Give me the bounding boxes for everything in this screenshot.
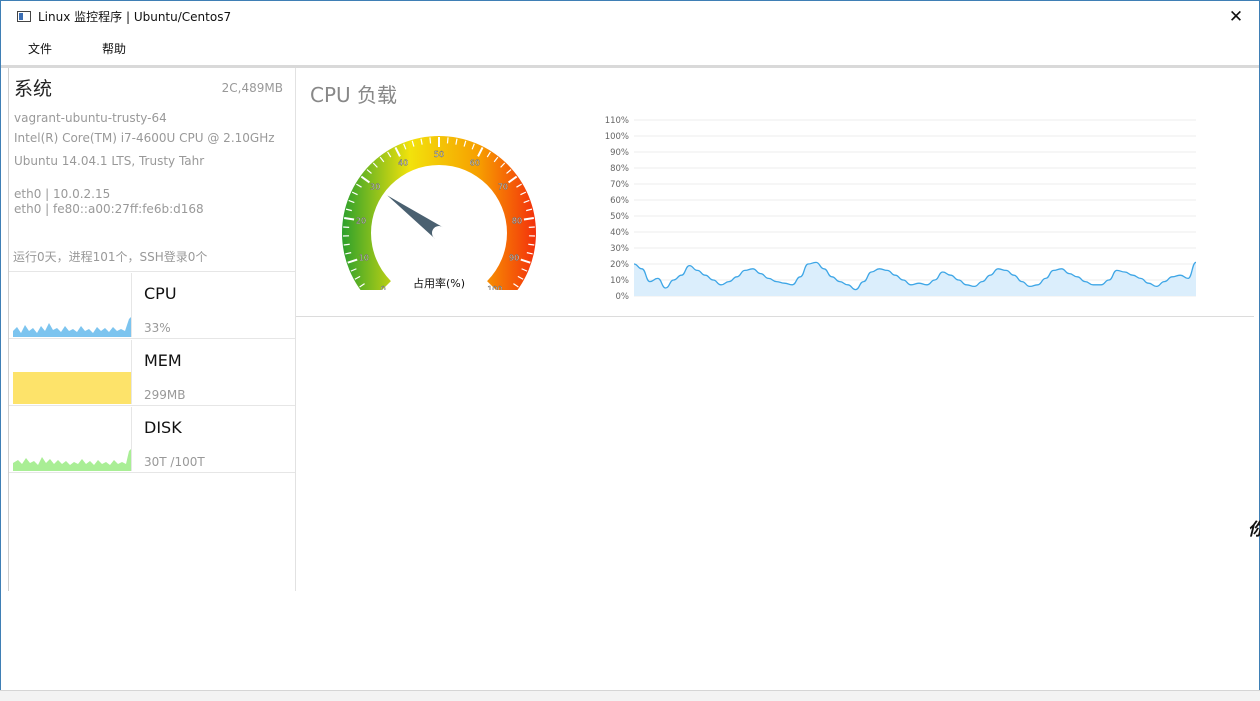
- metric-row-disk[interactable]: DISK 30T /100T: [9, 405, 295, 473]
- metric-row-cpu[interactable]: CPU 33%: [9, 271, 295, 338]
- chart-y-tick-label: 100%: [605, 132, 629, 142]
- gauge-tick: [430, 137, 431, 143]
- cpu-load-panel: CPU 负载 0 10 20 30 40 50 60 70 80 90 100 占用率(%) 0% 10…: [296, 68, 1254, 317]
- gauge-tick: [344, 244, 350, 245]
- os-text: Ubuntu 14.04.1 LTS, Trusty Tahr: [14, 154, 204, 168]
- gauge-tick-label: 40: [398, 159, 408, 168]
- edge-glyph: 你: [1248, 515, 1260, 540]
- menu-help[interactable]: 帮助: [88, 40, 140, 57]
- menu-file[interactable]: 文件: [14, 40, 66, 57]
- gauge-tick: [528, 244, 534, 245]
- cpu-history-chart: 0% 10% 20% 30% 40% 50% 60% 70% 80% 90% 100% 110%: [586, 110, 1206, 310]
- uptime-text: 运行0天，进程101个，SSH登录0个: [13, 248, 207, 265]
- mem-sparkline: [13, 340, 132, 404]
- bottom-strip: [0, 690, 1260, 701]
- system-title: 系统: [14, 74, 52, 101]
- metric-row-mem[interactable]: MEM 299MB: [9, 338, 295, 405]
- metric-mem-value: 299MB: [144, 388, 186, 402]
- gauge-tick-label: 60: [470, 159, 480, 168]
- chart-y-tick-label: 40%: [610, 228, 629, 238]
- chart-y-tick-label: 60%: [610, 196, 629, 206]
- gauge-label: 占用率(%): [413, 276, 465, 290]
- gauge-tick-label: 70: [498, 183, 508, 192]
- chart-y-tick-label: 90%: [610, 148, 629, 158]
- window-title: Linux 监控程序 | Ubuntu/Centos7: [38, 8, 231, 25]
- gauge-tick-label: 10: [359, 253, 369, 262]
- gauge-tick-label: 80: [512, 217, 522, 226]
- gauge-arc: [342, 136, 536, 290]
- cpu-gauge: 0 10 20 30 40 50 60 70 80 90 100 占用率(%): [334, 120, 554, 290]
- metric-disk-label: DISK: [144, 418, 182, 437]
- chart-area-fill: [634, 262, 1196, 296]
- app-window-icon: [17, 11, 31, 22]
- hostname-text: vagrant-ubuntu-trusty-64: [14, 111, 167, 125]
- metric-disk-value: 30T /100T: [144, 455, 205, 469]
- metric-cpu-value: 33%: [144, 321, 171, 335]
- metric-mem-label: MEM: [144, 351, 182, 370]
- gauge-tick-label: 0: [381, 285, 386, 290]
- title-bar[interactable]: Linux 监控程序 | Ubuntu/Centos7 ✕: [1, 1, 1259, 32]
- cpu-sparkline: [13, 273, 132, 337]
- chart-y-tick-label: 0%: [616, 292, 630, 302]
- menu-bar: 文件 帮助: [1, 32, 1259, 68]
- close-button[interactable]: ✕: [1213, 1, 1259, 32]
- chart-y-tick-label: 80%: [610, 164, 629, 174]
- gauge-tick-label: 30: [370, 183, 380, 192]
- chart-y-tick-label: 110%: [605, 116, 629, 126]
- gauge-tick-label: 90: [509, 253, 519, 262]
- gauge-tick-label: 20: [356, 217, 366, 226]
- cpu-model-text: Intel(R) Core(TM) i7-4600U CPU @ 2.10GHz: [14, 131, 275, 145]
- system-spec: 2C,489MB: [222, 81, 283, 95]
- cpu-load-title: CPU 负载: [310, 79, 397, 108]
- chart-y-tick-label: 10%: [610, 276, 629, 286]
- chart-y-tick-label: 20%: [610, 260, 629, 270]
- system-header: 系统 2C,489MB: [14, 74, 283, 100]
- main-window: Linux 监控程序 | Ubuntu/Centos7 ✕ 文件 帮助 系统 2…: [0, 0, 1260, 692]
- disk-sparkline: [13, 407, 132, 471]
- chart-y-tick-label: 70%: [610, 180, 629, 190]
- gauge-needle: [387, 195, 443, 238]
- chart-y-tick-label: 50%: [610, 212, 629, 222]
- gauge-tick-label: 100: [487, 285, 502, 290]
- chart-y-tick-label: 30%: [610, 244, 629, 254]
- metric-cpu-label: CPU: [144, 284, 177, 303]
- eth0-ipv4-text: eth0 | 10.0.2.15: [14, 187, 110, 201]
- system-panel: 系统 2C,489MB vagrant-ubuntu-trusty-64 Int…: [8, 68, 296, 591]
- gauge-tick: [447, 137, 448, 143]
- gauge-tick-label: 50: [434, 150, 444, 159]
- eth0-ipv6-text: eth0 | fe80::a00:27ff:fe6b:d168: [14, 202, 204, 216]
